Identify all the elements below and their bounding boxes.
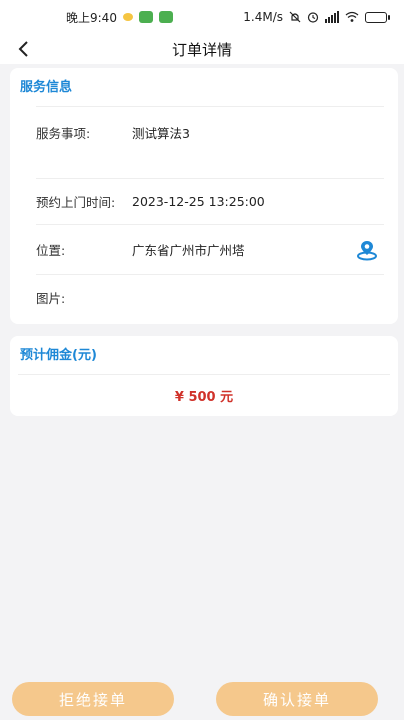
appointment-time-label: 预约上门时间:	[36, 195, 116, 210]
signal-icon	[325, 11, 339, 23]
service-item-label: 服务事项:	[36, 126, 91, 141]
status-time: 晚上9:40	[66, 10, 117, 25]
service-info-card: 服务信息 服务事项: 测试算法3 预约上门时间: 2023-12-25 13:2…	[10, 68, 398, 324]
weather-icon	[122, 13, 133, 21]
appointment-time-row: 预约上门时间: 2023-12-25 13:25:00	[36, 178, 384, 224]
chevron-left-icon	[18, 41, 28, 57]
app-notification-icon	[158, 11, 173, 23]
back-button[interactable]	[12, 38, 34, 60]
images-label: 图片:	[36, 291, 66, 306]
reject-order-button[interactable]: 拒绝接单	[12, 682, 174, 716]
location-row: 位置: 广东省广州市广州塔	[36, 224, 384, 274]
app-notification-icon	[138, 11, 153, 23]
status-bar: 晚上9:40 1.4M/s	[0, 0, 404, 34]
commission-amount: ¥ 500 元	[174, 390, 234, 405]
commission-title: 预计佣金(元)	[20, 348, 97, 363]
mute-icon	[289, 11, 301, 23]
location-value: 广东省广州市广州塔	[132, 243, 245, 258]
confirm-order-button[interactable]: 确认接单	[216, 682, 378, 716]
service-item-value: 测试算法3	[132, 126, 190, 141]
status-right: 1.4M/s	[243, 10, 390, 24]
status-left: 晚上9:40	[66, 9, 173, 26]
network-speed: 1.4M/s	[243, 10, 283, 24]
service-item-row: 服务事项: 测试算法3	[36, 106, 384, 178]
wifi-icon	[345, 11, 359, 22]
nav-bar: 订单详情	[0, 34, 404, 64]
location-label: 位置:	[36, 243, 66, 258]
map-pin-icon[interactable]	[356, 239, 378, 261]
commission-card: 预计佣金(元) ¥ 500 元	[10, 336, 398, 416]
appointment-time-value: 2023-12-25 13:25:00	[132, 194, 265, 209]
service-info-title: 服务信息	[20, 80, 73, 95]
divider	[18, 374, 390, 375]
alarm-icon	[307, 12, 319, 23]
page-title: 订单详情	[171, 40, 232, 59]
battery-icon	[365, 11, 390, 23]
images-row: 图片:	[36, 274, 384, 320]
